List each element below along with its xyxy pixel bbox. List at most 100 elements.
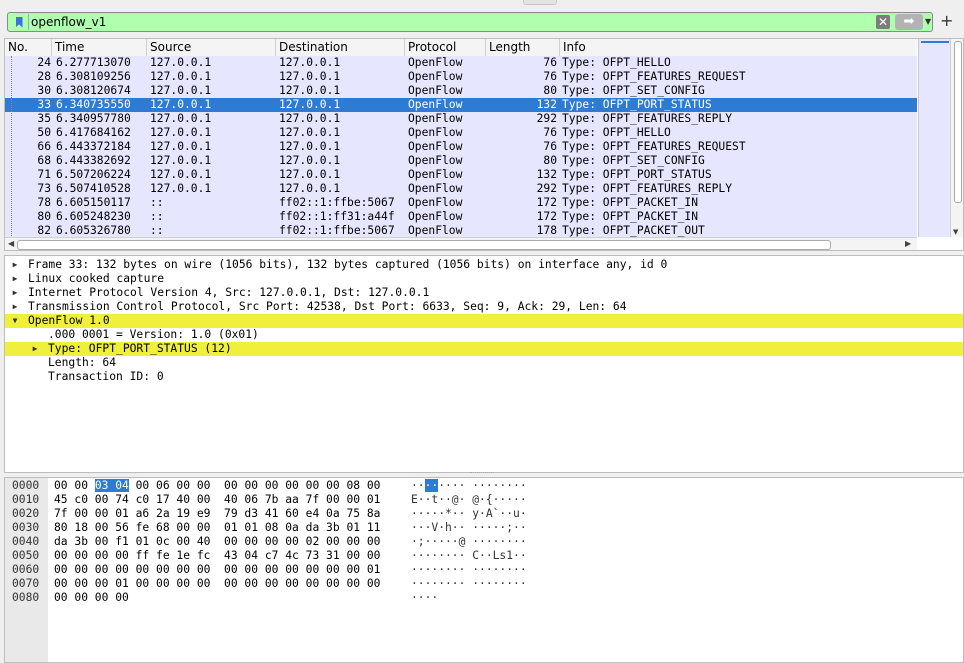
hex-bytes[interactable]: da 3b 00 f1 01 0c 00 40 00 00 00 00 02 0… <box>54 535 380 549</box>
packet-info: Type: OFPT_FEATURES_REQUEST <box>562 70 746 83</box>
packet-source: :: <box>150 210 164 223</box>
filter-bookmark-icon[interactable] <box>10 14 29 30</box>
column-protocol[interactable]: Protocol <box>405 39 486 56</box>
packet-row[interactable]: 68 6.443382692 127.0.0.1 127.0.0.1 OpenFlow 8… <box>5 154 917 168</box>
packet-length: 80 <box>543 84 557 97</box>
column-destination[interactable]: Destination <box>276 39 405 56</box>
column-length[interactable]: Length <box>486 39 560 56</box>
detail-tree-item[interactable]: ▶ Linux cooked capture <box>5 272 963 286</box>
scroll-right-icon[interactable]: ▶ <box>905 239 911 248</box>
expander-chevron-down-icon[interactable]: ▼ <box>10 314 20 328</box>
hex-bytes[interactable]: 00 00 00 00 ff fe 1e fc 43 04 c7 4c 73 3… <box>54 549 380 563</box>
packet-protocol: OpenFlow <box>408 84 463 97</box>
packet-time: 6.605326780 <box>56 224 131 237</box>
hex-offset: 0030 <box>12 521 40 534</box>
packet-time: 6.443382692 <box>56 154 131 167</box>
expander-chevron-right-icon[interactable]: ▶ <box>10 300 20 314</box>
packet-protocol: OpenFlow <box>408 168 463 181</box>
packet-row[interactable]: 28 6.308109256 127.0.0.1 127.0.0.1 OpenFlow 7… <box>5 70 917 84</box>
packet-destination: ff02::1:ff31:a44f <box>279 210 395 223</box>
packet-length: 178 <box>536 224 557 237</box>
hex-bytes[interactable]: 00 00 00 00 00 00 00 00 00 00 00 00 00 0… <box>54 563 380 577</box>
hex-bytes-part: 00 00 00 00 ff fe 1e fc 43 04 c7 4c 73 3… <box>54 549 381 562</box>
detail-tree-item[interactable]: ▶ Internet Protocol Version 4, Src: 127.0… <box>5 286 963 300</box>
conversation-line <box>11 56 13 238</box>
display-filter-input[interactable] <box>31 15 631 29</box>
packet-details-tree[interactable]: ▶ Frame 33: 132 bytes on wire (1056 bits)… <box>4 255 964 473</box>
packet-destination: 127.0.0.1 <box>279 140 341 153</box>
hex-bytes-part: 00 00 00 00 <box>54 591 129 604</box>
column-info[interactable]: Info <box>560 39 917 56</box>
apply-filter-arrow-icon[interactable]: ➡ <box>895 14 923 30</box>
packet-source: 127.0.0.1 <box>150 182 212 195</box>
ascii-bytes[interactable]: ···V·h·· ·····;·· <box>411 521 527 535</box>
display-filter-box[interactable]: ✕ ➡ ▼ <box>7 12 933 32</box>
packet-minimap[interactable] <box>918 39 950 237</box>
detail-tree-item[interactable]: ▶ Transmission Control Protocol, Src Port… <box>5 300 963 314</box>
expander-chevron-right-icon[interactable]: ▶ <box>10 272 20 286</box>
packet-row[interactable]: 30 6.308120674 127.0.0.1 127.0.0.1 OpenFlow 8… <box>5 84 917 98</box>
packet-row[interactable]: 24 6.277713070 127.0.0.1 127.0.0.1 OpenFlow 7… <box>5 56 917 70</box>
clear-icon[interactable]: ✕ <box>876 15 890 29</box>
ascii-bytes[interactable]: ········ ········ <box>411 479 527 493</box>
detail-tree-item[interactable]: .000 0001 = Version: 1.0 (0x01) <box>5 328 963 342</box>
packet-protocol: OpenFlow <box>408 196 463 209</box>
column-source[interactable]: Source <box>147 39 276 56</box>
column-time[interactable]: Time <box>52 39 147 56</box>
packet-row[interactable]: 33 6.340735550 127.0.0.1 127.0.0.1 OpenFlow 1… <box>5 98 917 112</box>
ascii-bytes-part: ·· <box>411 479 425 492</box>
packet-row[interactable]: 50 6.417684162 127.0.0.1 127.0.0.1 OpenFlow 7… <box>5 126 917 140</box>
packet-list-horizontal-scrollbar[interactable]: ◀ ▶ <box>5 237 917 250</box>
toolbar-grip[interactable] <box>523 0 557 5</box>
ascii-bytes[interactable]: ········ C··Ls1·· <box>411 549 527 563</box>
detail-tree-item[interactable]: Length: 64 <box>5 356 963 370</box>
hex-bytes[interactable]: 00 00 00 01 00 00 00 00 00 00 00 00 00 0… <box>54 577 380 591</box>
hex-offset: 0020 <box>12 507 40 520</box>
scroll-left-icon[interactable]: ◀ <box>8 239 14 248</box>
ascii-bytes[interactable]: ·····*·· y·A`··u· <box>411 507 527 521</box>
packet-length: 132 <box>536 168 557 181</box>
filter-history-chevron-down-icon[interactable]: ▼ <box>925 13 934 31</box>
hex-bytes[interactable]: 45 c0 00 74 c0 17 40 00 40 06 7b aa 7f 0… <box>54 493 380 507</box>
hex-offset: 0000 <box>12 479 40 492</box>
packet-row[interactable]: 80 6.605248230:: ff02::1:ff31:a44f OpenFlow… <box>5 210 917 224</box>
packet-bytes-pane[interactable]: 0000 00 00 03 04 00 06 00 00 00 00 00 00 … <box>4 477 964 663</box>
packet-time: 6.605150117 <box>56 196 131 209</box>
detail-text: Linux cooked capture <box>28 272 165 285</box>
packet-list-vertical-scrollbar[interactable]: ▼ <box>950 39 963 237</box>
add-filter-button[interactable]: + <box>940 11 953 30</box>
ascii-bytes[interactable]: ········ ········ <box>411 577 527 591</box>
packet-row[interactable]: 73 6.507410528 127.0.0.1 127.0.0.1 OpenFlow 2… <box>5 182 917 196</box>
ascii-bytes[interactable]: ·;·····@ ········ <box>411 535 527 549</box>
hex-bytes-part: 00 00 <box>54 479 95 492</box>
packet-destination: ff02::1:ffbe:5067 <box>279 196 395 209</box>
packet-destination: 127.0.0.1 <box>279 168 341 181</box>
detail-tree-item[interactable]: Transaction ID: 0 <box>5 370 963 384</box>
scroll-down-icon[interactable]: ▼ <box>953 228 958 236</box>
expander-chevron-right-icon[interactable]: ▶ <box>30 342 40 356</box>
ascii-bytes[interactable]: ···· <box>411 591 438 605</box>
packet-row[interactable]: 82 6.605326780:: ff02::1:ffbe:5067 OpenFlow… <box>5 224 917 238</box>
ascii-bytes[interactable]: E··t··@· @·{····· <box>411 493 527 507</box>
packet-row[interactable]: 78 6.605150117:: ff02::1:ffbe:5067 OpenFlow… <box>5 196 917 210</box>
hex-bytes[interactable]: 7f 00 00 01 a6 2a 19 e9 79 d3 41 60 e4 0… <box>54 507 380 521</box>
hex-bytes[interactable]: 00 00 03 04 00 06 00 00 00 00 00 00 00 0… <box>54 479 380 493</box>
packet-destination: 127.0.0.1 <box>279 126 341 139</box>
packet-row[interactable]: 71 6.507206224 127.0.0.1 127.0.0.1 OpenFlow 1… <box>5 168 917 182</box>
pane-splitter[interactable] <box>470 472 494 476</box>
packet-row[interactable]: 35 6.340957780 127.0.0.1 127.0.0.1 OpenFlow 2… <box>5 112 917 126</box>
detail-tree-item[interactable]: ▼ OpenFlow 1.0 <box>5 314 963 328</box>
detail-tree-item[interactable]: ▶ Frame 33: 132 bytes on wire (1056 bits)… <box>5 258 963 272</box>
ascii-bytes[interactable]: ········ ········ <box>411 563 527 577</box>
packet-row[interactable]: 66 6.443372184 127.0.0.1 127.0.0.1 OpenFlow 7… <box>5 140 917 154</box>
packet-destination: 127.0.0.1 <box>279 112 341 125</box>
column-no[interactable]: No. <box>5 39 52 56</box>
packet-info: Type: OFPT_SET_CONFIG <box>562 84 705 97</box>
expander-chevron-right-icon[interactable]: ▶ <box>10 258 20 272</box>
hex-bytes[interactable]: 00 00 00 00 <box>54 591 129 605</box>
packet-list[interactable]: No. Time Source Destination Protocol Len… <box>4 38 964 251</box>
hex-offset: 0060 <box>12 563 40 576</box>
hex-bytes[interactable]: 80 18 00 56 fe 68 00 00 01 01 08 0a da 3… <box>54 521 380 535</box>
detail-tree-item[interactable]: ▶ Type: OFPT_PORT_STATUS (12) <box>5 342 963 356</box>
expander-chevron-right-icon[interactable]: ▶ <box>10 286 20 300</box>
